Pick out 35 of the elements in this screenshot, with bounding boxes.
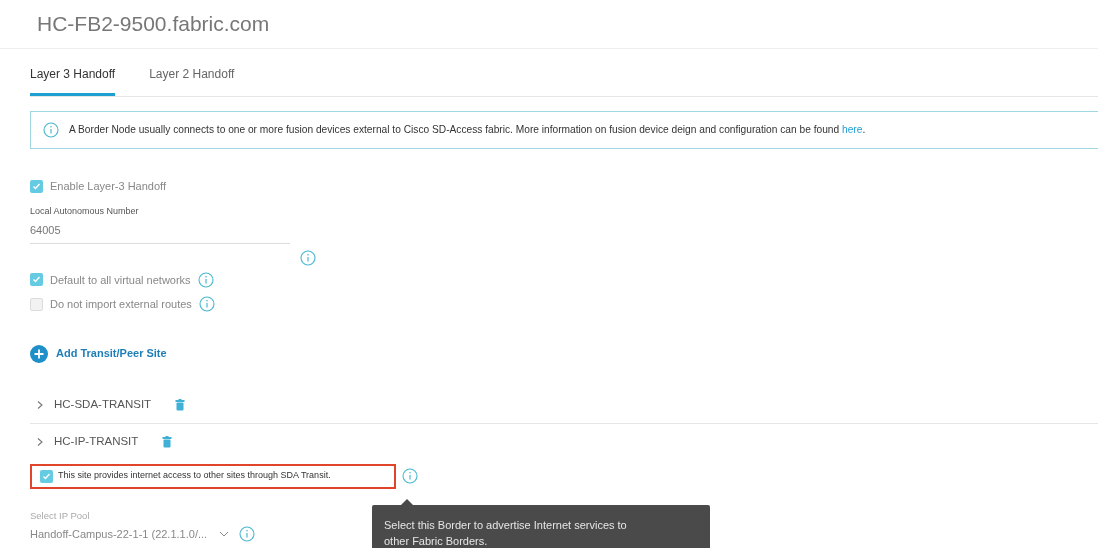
checkbox-label: Enable Layer-3 Handoff	[50, 179, 166, 194]
tooltip-text: Select this Border to advertise Internet services to other Fabric Borders.	[384, 517, 628, 548]
info-icon[interactable]	[300, 249, 316, 266]
info-icon[interactable]	[239, 526, 256, 542]
checkbox[interactable]	[30, 179, 43, 193]
check-icon	[32, 275, 41, 285]
field-label: Local Autonomous Number	[30, 204, 140, 218]
trash-icon[interactable]	[162, 435, 173, 448]
checkbox-label: Do not import external routes	[50, 297, 192, 312]
add-transit-button[interactable]: Add Transit/Peer Site	[30, 344, 167, 363]
transit-name[interactable]: HC-SDA-TRANSIT	[54, 396, 152, 414]
info-icon[interactable]	[43, 122, 59, 138]
tab[interactable]: Layer 3 Handoff	[30, 65, 116, 96]
checkbox[interactable]	[40, 469, 53, 483]
ip-pool-dropdown[interactable]: Handoff-Campus-22-1-1 (22.1.1.0/...	[30, 525, 230, 543]
check-icon	[42, 471, 51, 481]
banner-text: A Border Node usually connects to one or more fusion devices external to Cisco SD-Access fabric. More information on fusion device deign and configuration can be found here.	[69, 123, 866, 138]
info-icon[interactable]	[198, 296, 215, 313]
checkbox[interactable]	[30, 273, 43, 287]
checkbox[interactable]	[30, 297, 43, 311]
field-label: Select IP Pool	[30, 508, 91, 523]
autonomous-number-field[interactable]: 64005	[30, 222, 290, 239]
plus-icon	[30, 344, 48, 363]
info-icon[interactable]	[197, 271, 214, 288]
checkbox-label: This site provides internet access to other sites through SDA Transit.	[58, 469, 331, 483]
checkbox-label: Default to all virtual networks	[50, 272, 191, 288]
page-title: HC-FB2-9500.fabric.com	[37, 11, 271, 37]
chevron-icon[interactable]	[36, 400, 44, 410]
tab[interactable]: Layer 2 Handoff	[149, 65, 235, 96]
check-icon	[32, 181, 41, 191]
trash-icon[interactable]	[175, 399, 186, 411]
info-icon[interactable]	[402, 468, 418, 484]
chevron-down-icon	[219, 531, 230, 537]
chevron-icon[interactable]	[36, 436, 44, 447]
transit-name[interactable]: HC-IP-TRANSIT	[54, 432, 139, 451]
